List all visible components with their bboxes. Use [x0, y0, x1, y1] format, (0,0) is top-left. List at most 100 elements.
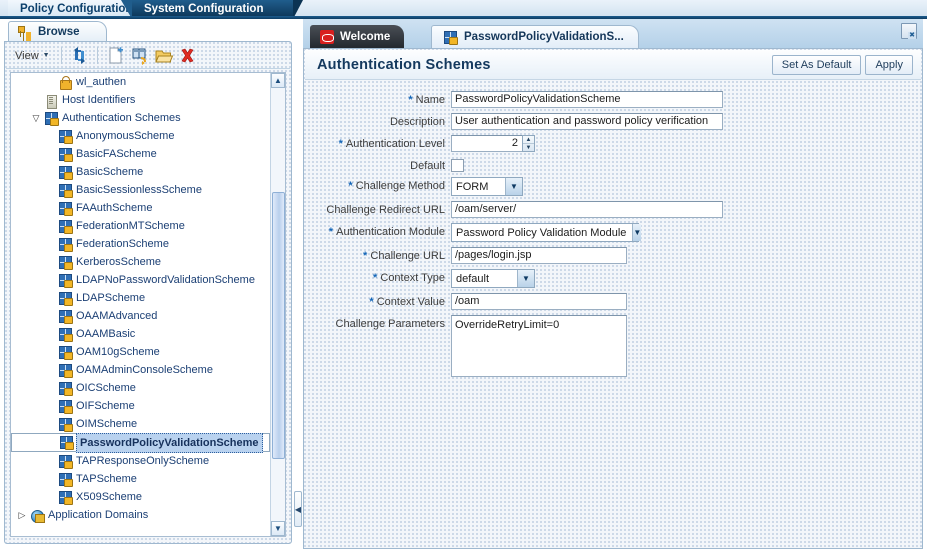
detail-header: Authentication Schemes Set As Default Ap… [305, 50, 921, 80]
detail-tab-strip: Welcome PasswordPolicyValidationS... [303, 19, 923, 49]
authentication-level-stepper[interactable]: ▲ ▼ [522, 135, 535, 152]
scheme-icon [57, 273, 73, 288]
tree-item[interactable]: OAAMAdvanced [11, 307, 270, 325]
detail-panel-body: Authentication Schemes Set As Default Ap… [303, 48, 923, 549]
tree-item[interactable]: ▷ Application Domains [11, 506, 270, 524]
tree-item[interactable]: ▽ Authentication Schemes [11, 109, 270, 127]
browse-panel: Browse View ▼ wl_authen Host Identifiers… [4, 21, 292, 545]
workspace: Browse View ▼ wl_authen Host Identifiers… [0, 19, 927, 553]
create-icon[interactable] [105, 45, 126, 66]
set-as-default-button[interactable]: Set As Default [771, 55, 862, 75]
tab-welcome[interactable]: Welcome [310, 25, 405, 48]
form-row-description: Description User authentication and pass… [305, 113, 921, 130]
detach-icon[interactable] [901, 23, 917, 39]
scheme-icon [57, 237, 73, 252]
app-tab-system-configuration[interactable]: System Configuration [120, 0, 304, 19]
tree-item-label: FAAuthScheme [76, 202, 153, 214]
form-row-context-type: * Context Type default ▼ [305, 269, 921, 288]
context-type-select[interactable]: default ▼ [451, 269, 535, 288]
scheme-icon [57, 309, 73, 324]
tree-item[interactable]: BasicSessionlessScheme [11, 181, 270, 199]
chevron-down-icon[interactable]: ▼ [632, 224, 642, 241]
description-field[interactable]: User authentication and password policy … [451, 113, 723, 130]
authentication-scheme-form: * Name PasswordPolicyValidationScheme De… [305, 80, 921, 547]
tree-item[interactable]: OIMScheme [11, 415, 270, 433]
tree-item-label: Authentication Schemes [62, 112, 181, 124]
tree-item[interactable]: BasicScheme [11, 163, 270, 181]
tree-item[interactable]: OAM10gScheme [11, 343, 270, 361]
scheme-icon [57, 417, 73, 432]
stepper-up-icon[interactable]: ▲ [523, 136, 534, 144]
tree-item-label: OAAMBasic [76, 328, 136, 340]
form-row-challenge-method: * Challenge Method FORM ▼ [305, 177, 921, 196]
tree-item[interactable]: LDAPNoPasswordValidationScheme [11, 271, 270, 289]
browse-panel-body: View ▼ wl_authen Host Identifiers ▽ Auth… [4, 41, 292, 544]
tree-item[interactable]: TAPScheme [11, 470, 270, 488]
tree-twisty-icon[interactable]: ▷ [15, 506, 29, 524]
tree-item-label: wl_authen [76, 76, 127, 88]
tree-item-label: OIMScheme [76, 418, 138, 430]
tree-item[interactable]: AnonymousScheme [11, 127, 270, 145]
tree-item[interactable]: TAPResponseOnlyScheme [11, 452, 270, 470]
tree-item[interactable]: KerberosScheme [11, 253, 270, 271]
scheme-icon [57, 399, 73, 414]
search-icon[interactable] [129, 45, 150, 66]
tree-item[interactable]: LDAPScheme [11, 289, 270, 307]
authentication-level-field[interactable]: 2 [451, 135, 523, 152]
tree-item-label: KerberosScheme [76, 256, 161, 268]
scheme-icon [57, 490, 73, 505]
apply-button[interactable]: Apply [865, 55, 913, 75]
tree-item[interactable]: OIFScheme [11, 397, 270, 415]
scroll-up-button[interactable]: ▲ [271, 73, 285, 88]
browse-icon [17, 25, 33, 40]
toolbar-separator [96, 47, 98, 64]
view-menu-button[interactable]: View ▼ [11, 48, 54, 64]
scheme-icon [57, 291, 73, 306]
chevron-down-icon[interactable]: ▼ [505, 178, 522, 195]
globe-icon [29, 508, 45, 523]
tree-item[interactable]: OAAMBasic [11, 325, 270, 343]
tree-item[interactable]: OICScheme [11, 379, 270, 397]
tree-item[interactable]: X509Scheme [11, 488, 270, 506]
tree-vertical-scrollbar[interactable]: ▲ ▼ [270, 73, 285, 536]
authentication-module-select[interactable]: Password Policy Validation Module ▼ [451, 223, 642, 242]
tree-item[interactable]: FAAuthScheme [11, 199, 270, 217]
context-value-field[interactable]: /oam [451, 293, 627, 310]
tree-item[interactable]: wl_authen [11, 73, 270, 91]
browse-tab[interactable]: Browse [8, 21, 107, 42]
tree-item[interactable]: Host Identifiers [11, 91, 270, 109]
splitter-collapse-button[interactable]: ◀ [294, 491, 302, 527]
tree-item-label: OIFScheme [76, 400, 135, 412]
challenge-parameters-textarea[interactable]: OverrideRetryLimit=0 [451, 315, 627, 377]
tree-item-label: OICScheme [76, 382, 136, 394]
navigation-tree-scroll-region: wl_authen Host Identifiers ▽ Authentication… [11, 73, 270, 536]
challenge-url-label: * Challenge URL [363, 250, 445, 262]
challenge-method-select[interactable]: FORM ▼ [451, 177, 523, 196]
stepper-down-icon[interactable]: ▼ [523, 144, 534, 151]
tree-twisty-icon[interactable]: ▽ [29, 109, 43, 127]
tree-item[interactable]: BasicFAScheme [11, 145, 270, 163]
tree-item-selected[interactable]: PasswordPolicyValidationScheme [11, 432, 270, 453]
chevron-down-icon[interactable]: ▼ [517, 270, 534, 287]
challenge-url-field[interactable]: /pages/login.jsp [451, 247, 627, 264]
delete-icon[interactable] [177, 45, 198, 66]
panel-splitter[interactable]: ◀ [293, 21, 303, 545]
browse-tab-label: Browse [38, 25, 80, 38]
challenge-redirect-url-field[interactable]: /oam/server/ [451, 201, 723, 218]
open-folder-icon[interactable] [153, 45, 174, 66]
header-buttons: Set As Default Apply [771, 55, 913, 75]
tree-item[interactable]: FederationMTScheme [11, 217, 270, 235]
tab-password-policy-validation-scheme[interactable]: PasswordPolicyValidationS... [431, 25, 639, 48]
default-checkbox[interactable] [451, 159, 464, 172]
tree-item[interactable]: OAMAdminConsoleScheme [11, 361, 270, 379]
scheme-icon [43, 111, 59, 126]
tree-item-label: X509Scheme [76, 491, 143, 503]
context-type-value: default [456, 272, 490, 285]
scroll-down-button[interactable]: ▼ [271, 521, 285, 536]
name-field[interactable]: PasswordPolicyValidationScheme [451, 91, 723, 108]
refresh-icon[interactable] [69, 45, 90, 66]
tree-item[interactable]: FederationScheme [11, 235, 270, 253]
tree-item-label: FederationScheme [76, 238, 169, 250]
tree-item-label: OAM10gScheme [76, 346, 160, 358]
scrollbar-thumb[interactable] [272, 192, 285, 460]
